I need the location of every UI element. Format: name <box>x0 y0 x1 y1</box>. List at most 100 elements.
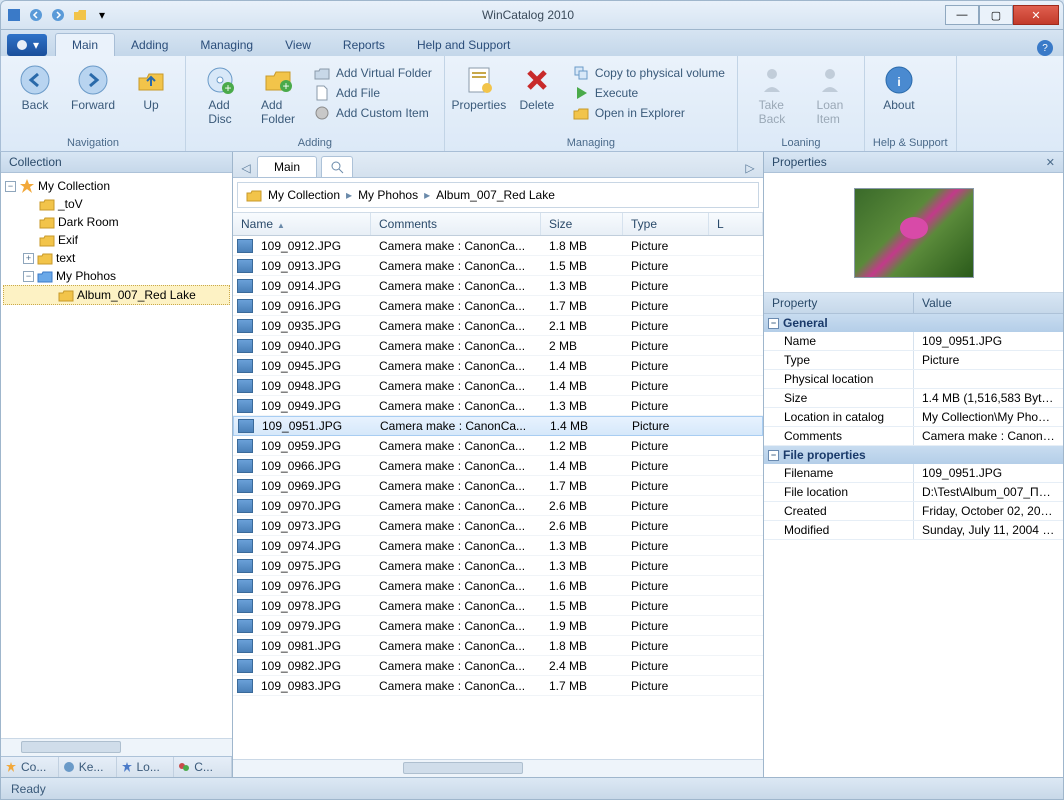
help-icon[interactable]: ? <box>1037 40 1053 56</box>
table-row[interactable]: 109_0975.JPGCamera make : CanonCa...1.3 … <box>233 556 763 576</box>
tab-help[interactable]: Help and Support <box>401 34 526 56</box>
tree-node[interactable]: _toV <box>3 195 230 213</box>
minimize-button[interactable]: — <box>945 5 979 25</box>
col-comments[interactable]: Comments <box>371 213 541 235</box>
breadcrumb-0[interactable]: My Collection <box>268 188 340 202</box>
about-button[interactable]: iAbout <box>873 60 925 112</box>
breadcrumb[interactable]: My Collection▸ My Phohos▸ Album_007_Red … <box>237 182 759 208</box>
table-row[interactable]: 109_0940.JPGCamera make : CanonCa...2 MB… <box>233 336 763 356</box>
table-row[interactable]: 109_0935.JPGCamera make : CanonCa...2.1 … <box>233 316 763 336</box>
breadcrumb-2[interactable]: Album_007_Red Lake <box>436 188 555 202</box>
tree-node[interactable]: Album_007_Red Lake <box>3 285 230 305</box>
property-row[interactable]: CommentsCamera make : CanonC... <box>764 427 1063 446</box>
tree-hscrollbar[interactable] <box>1 738 232 756</box>
property-group-header[interactable]: −File properties <box>764 446 1063 464</box>
table-row[interactable]: 109_0951.JPGCamera make : CanonCa...1.4 … <box>233 416 763 436</box>
file-hscrollbar[interactable] <box>233 759 763 777</box>
col-extra[interactable]: L <box>709 213 763 235</box>
take-back-button[interactable]: TakeBack <box>746 60 798 126</box>
tree-node[interactable]: −My Phohos <box>3 267 230 285</box>
collapse-icon[interactable]: − <box>768 450 779 461</box>
btab-keywords[interactable]: Ke... <box>59 757 117 777</box>
expand-icon[interactable]: + <box>23 253 34 264</box>
close-panel-icon[interactable]: ✕ <box>1046 156 1055 169</box>
tab-managing[interactable]: Managing <box>184 34 269 56</box>
table-row[interactable]: 109_0916.JPGCamera make : CanonCa...1.7 … <box>233 296 763 316</box>
add-virtual-folder-button[interactable]: Add Virtual Folder <box>310 64 436 82</box>
tab-nav-right-icon[interactable]: ▷ <box>741 159 759 177</box>
btab-locations[interactable]: Lo... <box>117 757 175 777</box>
file-rows[interactable]: 109_0912.JPGCamera make : CanonCa...1.8 … <box>233 236 763 759</box>
table-row[interactable]: 109_0949.JPGCamera make : CanonCa...1.3 … <box>233 396 763 416</box>
pg-header-value[interactable]: Value <box>914 293 1063 313</box>
table-row[interactable]: 109_0913.JPGCamera make : CanonCa...1.5 … <box>233 256 763 276</box>
back-button[interactable]: Back <box>9 60 61 112</box>
table-row[interactable]: 109_0974.JPGCamera make : CanonCa...1.3 … <box>233 536 763 556</box>
property-row[interactable]: Location in catalogMy Collection\My Phoh… <box>764 408 1063 427</box>
maximize-button[interactable]: ▢ <box>979 5 1013 25</box>
property-row[interactable]: Size1.4 MB (1,516,583 Bytes) <box>764 389 1063 408</box>
pg-header-property[interactable]: Property <box>764 293 914 313</box>
app-menu-button[interactable]: ▾ <box>7 34 47 56</box>
collection-tree[interactable]: −My Collection _toVDark RoomExif+text−My… <box>1 173 232 738</box>
property-row[interactable]: CreatedFriday, October 02, 2009... <box>764 502 1063 521</box>
property-group-header[interactable]: −General <box>764 314 1063 332</box>
tree-root[interactable]: −My Collection <box>3 177 230 195</box>
table-row[interactable]: 109_0969.JPGCamera make : CanonCa...1.7 … <box>233 476 763 496</box>
table-row[interactable]: 109_0976.JPGCamera make : CanonCa...1.6 … <box>233 576 763 596</box>
file-tab-main[interactable]: Main <box>257 156 317 177</box>
table-row[interactable]: 109_0966.JPGCamera make : CanonCa...1.4 … <box>233 456 763 476</box>
property-row[interactable]: TypePicture <box>764 351 1063 370</box>
file-tab-search[interactable] <box>321 156 353 177</box>
properties-button[interactable]: Properties <box>453 60 505 112</box>
tab-adding[interactable]: Adding <box>115 34 184 56</box>
collapse-icon[interactable]: − <box>5 181 16 192</box>
add-custom-item-button[interactable]: Add Custom Item <box>310 104 436 122</box>
table-row[interactable]: 109_0978.JPGCamera make : CanonCa...1.5 … <box>233 596 763 616</box>
property-grid[interactable]: −GeneralName109_0951.JPGTypePicturePhysi… <box>764 314 1063 777</box>
qat-folder-icon[interactable] <box>71 6 89 24</box>
add-file-button[interactable]: Add File <box>310 84 436 102</box>
property-row[interactable]: Name109_0951.JPG <box>764 332 1063 351</box>
table-row[interactable]: 109_0970.JPGCamera make : CanonCa...2.6 … <box>233 496 763 516</box>
tree-node[interactable]: Dark Room <box>3 213 230 231</box>
property-row[interactable]: File locationD:\Test\Album_007_Пр... <box>764 483 1063 502</box>
add-folder-button[interactable]: +AddFolder <box>252 60 304 126</box>
up-button[interactable]: Up <box>125 60 177 112</box>
collapse-icon[interactable]: − <box>768 318 779 329</box>
copy-physical-button[interactable]: Copy to physical volume <box>569 64 729 82</box>
col-type[interactable]: Type <box>623 213 709 235</box>
breadcrumb-1[interactable]: My Phohos <box>358 188 418 202</box>
qat-save-icon[interactable] <box>5 6 23 24</box>
collapse-icon[interactable]: − <box>23 271 34 282</box>
tab-main[interactable]: Main <box>55 33 115 56</box>
loan-item-button[interactable]: LoanItem <box>804 60 856 126</box>
btab-contacts[interactable]: C... <box>174 757 232 777</box>
open-explorer-button[interactable]: Open in Explorer <box>569 104 729 122</box>
qat-dropdown-icon[interactable]: ▾ <box>93 6 111 24</box>
add-disc-button[interactable]: +AddDisc <box>194 60 246 126</box>
table-row[interactable]: 109_0912.JPGCamera make : CanonCa...1.8 … <box>233 236 763 256</box>
delete-button[interactable]: Delete <box>511 60 563 112</box>
tree-node[interactable]: Exif <box>3 231 230 249</box>
btab-collection[interactable]: Co... <box>1 757 59 777</box>
col-name[interactable]: Name▲ <box>233 213 371 235</box>
table-row[interactable]: 109_0945.JPGCamera make : CanonCa...1.4 … <box>233 356 763 376</box>
property-row[interactable]: ModifiedSunday, July 11, 2004 2:... <box>764 521 1063 540</box>
tab-nav-left-icon[interactable]: ◁ <box>237 159 255 177</box>
qat-forward-icon[interactable] <box>49 6 67 24</box>
table-row[interactable]: 109_0983.JPGCamera make : CanonCa...1.7 … <box>233 676 763 696</box>
table-row[interactable]: 109_0981.JPGCamera make : CanonCa...1.8 … <box>233 636 763 656</box>
table-row[interactable]: 109_0982.JPGCamera make : CanonCa...2.4 … <box>233 656 763 676</box>
execute-button[interactable]: Execute <box>569 84 729 102</box>
tree-node[interactable]: +text <box>3 249 230 267</box>
col-size[interactable]: Size <box>541 213 623 235</box>
property-row[interactable]: Filename109_0951.JPG <box>764 464 1063 483</box>
table-row[interactable]: 109_0979.JPGCamera make : CanonCa...1.9 … <box>233 616 763 636</box>
forward-button[interactable]: Forward <box>67 60 119 112</box>
tab-view[interactable]: View <box>269 34 327 56</box>
table-row[interactable]: 109_0973.JPGCamera make : CanonCa...2.6 … <box>233 516 763 536</box>
qat-back-icon[interactable] <box>27 6 45 24</box>
property-row[interactable]: Physical location <box>764 370 1063 389</box>
table-row[interactable]: 109_0914.JPGCamera make : CanonCa...1.3 … <box>233 276 763 296</box>
